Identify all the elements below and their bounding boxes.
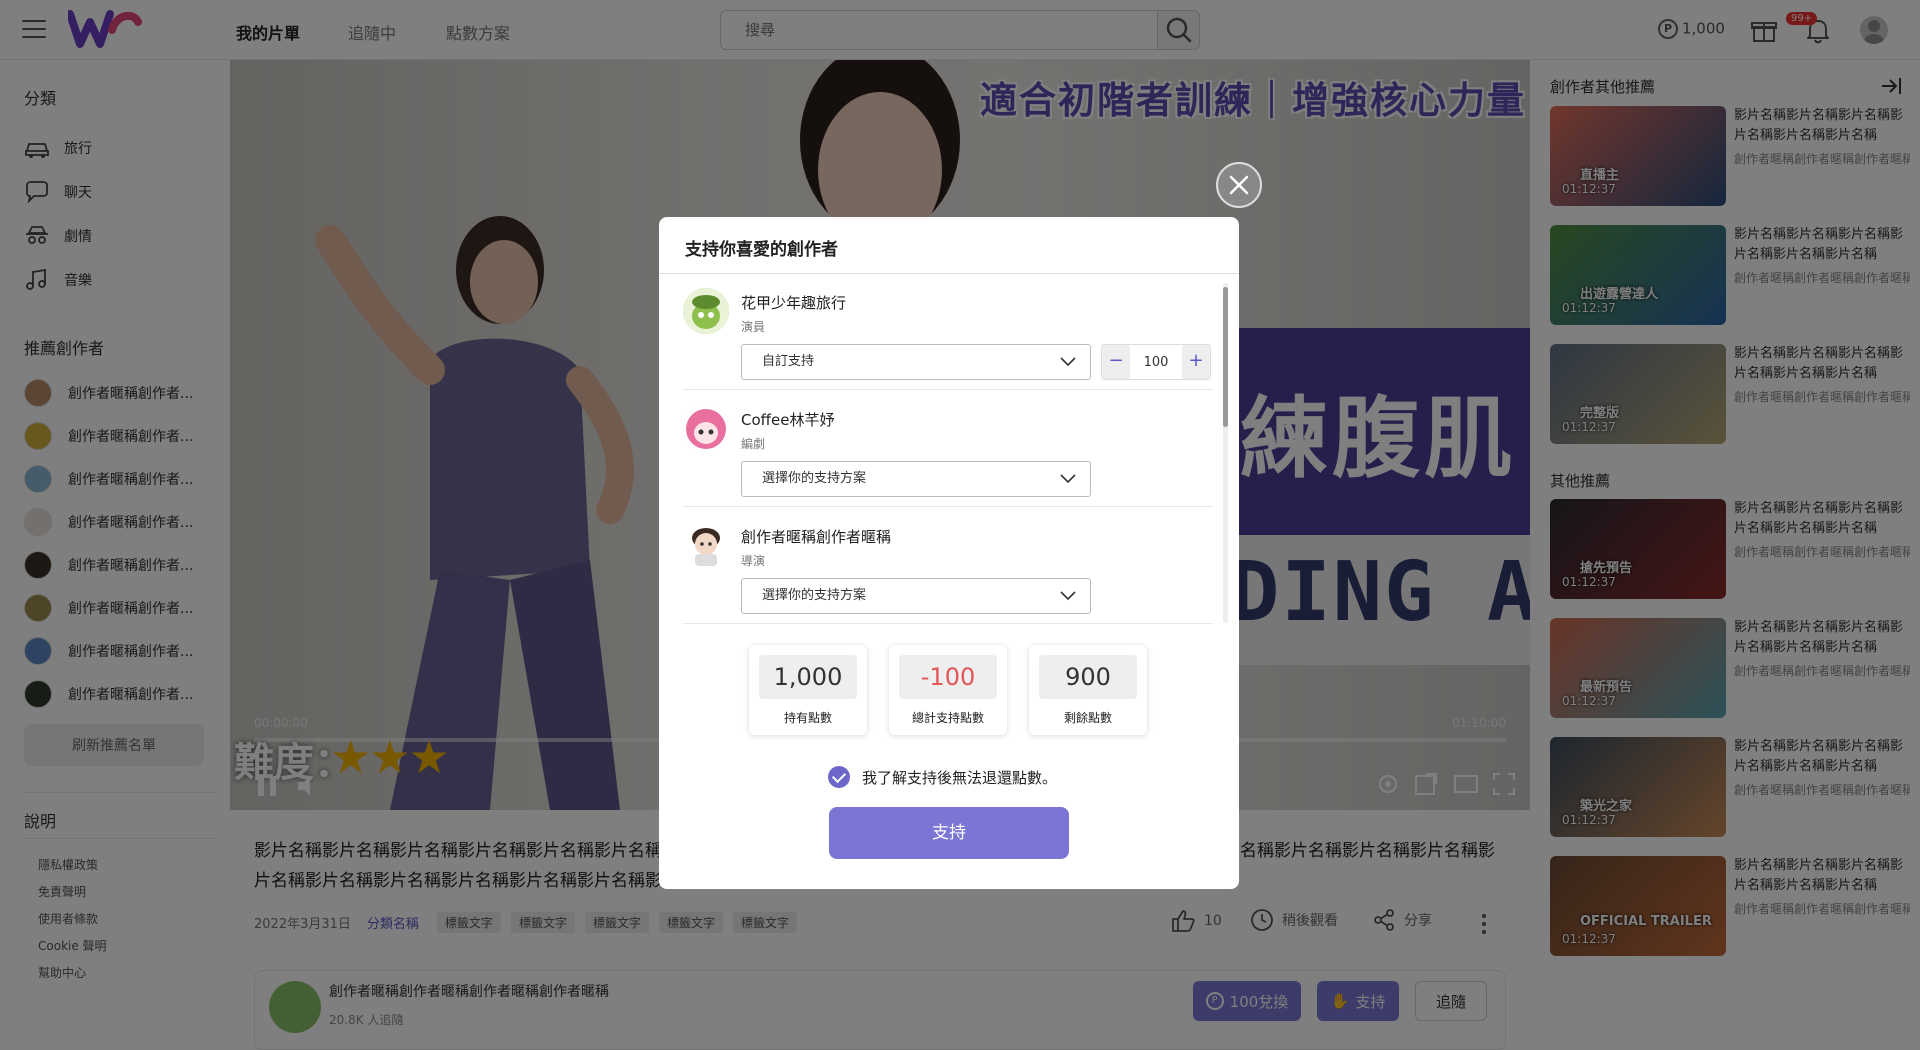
modal-title: 支持你喜愛的創作者 — [685, 240, 838, 260]
owned-points-label: 持有點數 — [783, 711, 832, 725]
modal-creator-role: 編劇 — [741, 437, 766, 451]
support-plan-select[interactable]: 自訂支持 — [741, 344, 1091, 380]
modal-creator-row: 創作者暱稱創作者暱稱 導演 選擇你的支持方案 — [683, 508, 1213, 624]
modal-creator-role: 演員 — [741, 320, 766, 334]
chevron-down-icon — [1060, 591, 1076, 601]
total-support-points-value: -100 — [899, 655, 997, 699]
amount-stepper: − 100 + — [1101, 344, 1211, 380]
modal-creator-avatar — [683, 288, 729, 334]
chevron-down-icon — [1060, 357, 1076, 367]
remaining-points-value: 900 — [1039, 655, 1137, 699]
stepper-decrement-button[interactable]: − — [1102, 345, 1130, 379]
stepper-value[interactable]: 100 — [1130, 355, 1182, 370]
modal-creator-name: 創作者暱稱創作者暱稱 — [741, 528, 892, 546]
acknowledge-checkbox[interactable] — [828, 766, 850, 788]
modal-scrollbar-thumb[interactable] — [1223, 287, 1228, 427]
total-support-points-card: -100 總計支持點數 — [889, 645, 1007, 735]
support-modal: 支持你喜愛的創作者 花甲少年趣旅行 演員 自訂支持 − 100 + Coffee… — [659, 217, 1239, 889]
modal-creator-list: 花甲少年趣旅行 演員 自訂支持 − 100 + Coffee林芊妤 編劇 選擇你… — [659, 274, 1239, 629]
chevron-down-icon — [1060, 474, 1076, 484]
acknowledge-checkbox-row[interactable]: 我了解支持後無法退還點數。 — [828, 766, 1057, 788]
owned-points-value: 1,000 — [759, 655, 857, 699]
modal-creator-role: 導演 — [741, 554, 766, 568]
modal-creator-row: Coffee林芊妤 編劇 選擇你的支持方案 — [683, 391, 1213, 507]
modal-creator-name: 花甲少年趣旅行 — [741, 294, 847, 312]
modal-creator-row: 花甲少年趣旅行 演員 自訂支持 − 100 + — [683, 274, 1213, 390]
total-support-points-label: 總計支持點數 — [911, 711, 984, 725]
stepper-increment-button[interactable]: + — [1182, 345, 1210, 379]
modal-creator-avatar — [683, 522, 729, 568]
owned-points-card: 1,000 持有點數 — [749, 645, 867, 735]
support-plan-select[interactable]: 選擇你的支持方案 — [741, 461, 1091, 497]
modal-creator-avatar — [683, 405, 729, 451]
submit-support-button[interactable]: 支持 — [829, 807, 1069, 859]
close-icon — [1229, 175, 1249, 195]
remaining-points-label: 剩餘點數 — [1063, 711, 1112, 725]
modal-close-button[interactable] — [1216, 162, 1262, 208]
modal-creator-name: Coffee林芊妤 — [741, 411, 835, 429]
remaining-points-card: 900 剩餘點數 — [1029, 645, 1147, 735]
support-plan-select[interactable]: 選擇你的支持方案 — [741, 578, 1091, 614]
acknowledge-label: 我了解支持後無法退還點數。 — [862, 768, 1058, 787]
